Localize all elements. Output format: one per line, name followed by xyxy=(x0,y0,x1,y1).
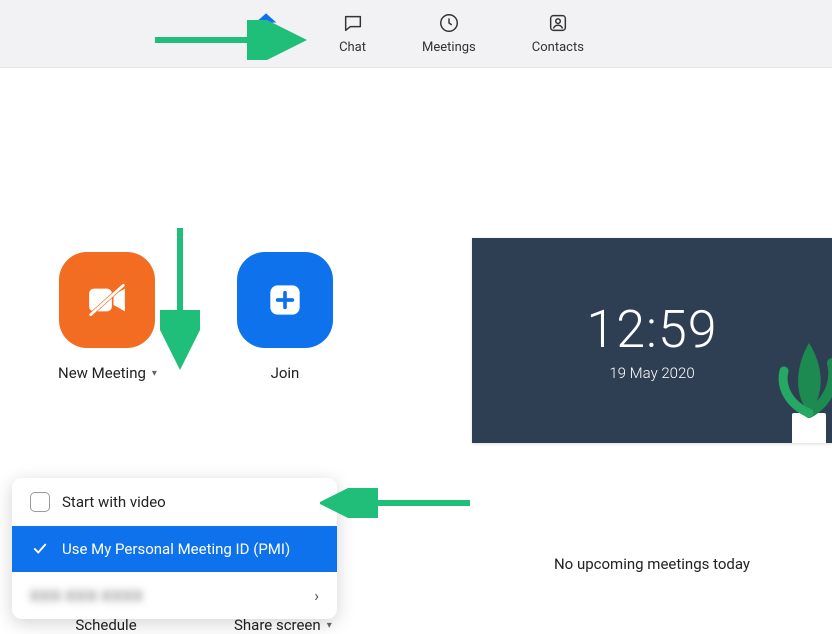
annotation-arrow-to-pmi xyxy=(320,488,480,518)
nav-home-label: Home xyxy=(248,40,283,55)
clock-icon xyxy=(436,10,462,36)
checkbox-unchecked-icon[interactable] xyxy=(30,492,50,512)
chat-icon xyxy=(340,10,366,36)
new-meeting-button[interactable] xyxy=(59,252,155,348)
nav-contacts-label: Contacts xyxy=(532,40,584,55)
join-label: Join xyxy=(271,364,300,382)
plus-icon xyxy=(263,278,307,322)
join-button[interactable] xyxy=(237,252,333,348)
new-meeting-dropdown: Start with video Use My Personal Meeting… xyxy=(12,478,337,619)
check-icon xyxy=(30,542,50,556)
main-area: New Meeting ▾ Join Schedul xyxy=(0,68,832,603)
contacts-icon xyxy=(545,10,571,36)
use-pmi-label: Use My Personal Meeting ID (PMI) xyxy=(62,540,290,558)
video-off-icon xyxy=(81,274,133,326)
chevron-right-icon: › xyxy=(314,586,319,605)
pmi-row[interactable]: XXX-XXX-XXXX › xyxy=(12,572,337,619)
nav-chat-label: Chat xyxy=(339,40,366,55)
use-pmi-option[interactable]: Use My Personal Meeting ID (PMI) xyxy=(12,526,337,572)
new-meeting-col: New Meeting ▾ xyxy=(58,252,157,382)
no-upcoming-text: No upcoming meetings today xyxy=(472,555,832,573)
home-icon xyxy=(253,10,279,36)
chevron-down-icon[interactable]: ▾ xyxy=(152,368,157,379)
start-with-video-option[interactable]: Start with video xyxy=(12,478,337,526)
plant-decoration xyxy=(772,333,832,443)
clock-panel: 12:59 19 May 2020 xyxy=(472,238,832,443)
clock-time: 12:59 xyxy=(586,299,717,360)
pmi-value: XXX-XXX-XXXX xyxy=(30,587,144,605)
action-tiles-row1: New Meeting ▾ Join xyxy=(58,252,333,382)
chevron-down-icon[interactable]: ▾ xyxy=(327,620,332,631)
join-col: Join xyxy=(237,252,333,382)
nav-home[interactable]: Home xyxy=(248,10,283,55)
nav-meetings-label: Meetings xyxy=(422,40,476,55)
nav-contacts[interactable]: Contacts xyxy=(532,10,584,55)
top-nav: Home Chat Meetings Contacts xyxy=(0,0,832,68)
nav-meetings[interactable]: Meetings xyxy=(422,10,476,55)
new-meeting-label: New Meeting xyxy=(58,364,146,382)
nav-chat[interactable]: Chat xyxy=(339,10,366,55)
new-meeting-label-row[interactable]: New Meeting ▾ xyxy=(58,364,157,382)
start-with-video-label: Start with video xyxy=(62,493,166,511)
clock-date: 19 May 2020 xyxy=(609,364,694,382)
